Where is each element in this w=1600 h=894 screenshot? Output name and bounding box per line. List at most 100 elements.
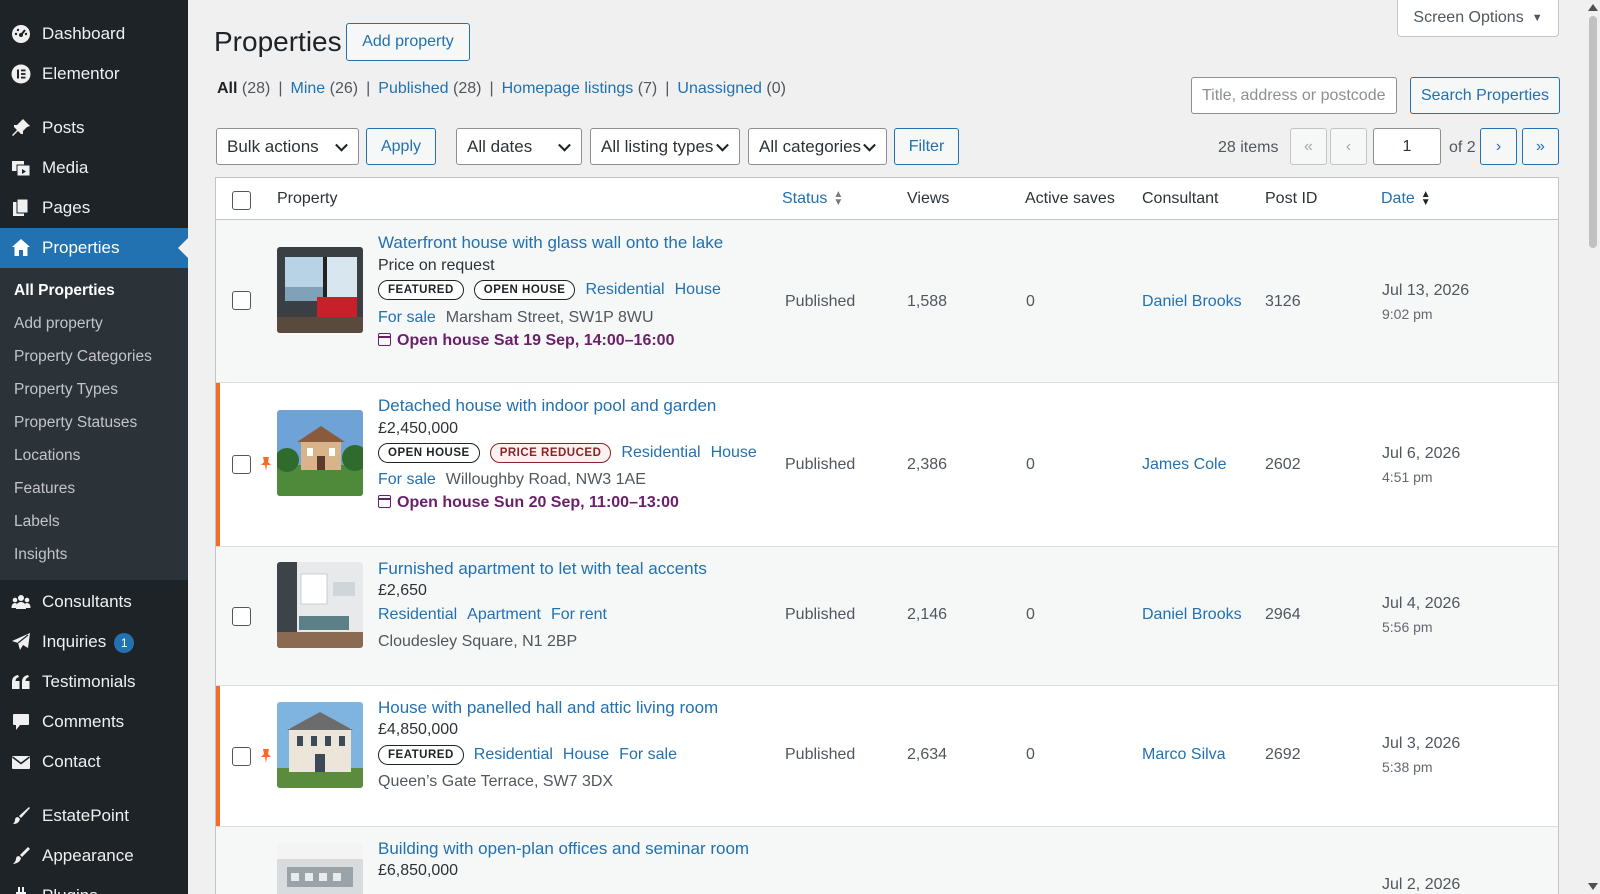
listing-types-value: All listing types (601, 136, 714, 156)
menu-plugins[interactable]: Plugins (0, 876, 188, 894)
submenu-all-properties[interactable]: All Properties (14, 282, 115, 300)
sort-arrows-icon: ▲ ▼ (1420, 188, 1431, 208)
listing-type-link[interactable]: For sale (378, 471, 436, 489)
property-location-line: For sale Marsham Street, SW1P 8WU (378, 309, 654, 327)
categories-select[interactable]: All categories (748, 128, 887, 165)
next-page-button[interactable]: › (1480, 128, 1517, 165)
tag-price-reduced: PRICE REDUCED (489, 443, 612, 463)
row-checkbox[interactable] (232, 607, 251, 626)
menu-label: Properties (42, 238, 120, 257)
submenu-locations[interactable]: Locations (14, 447, 80, 465)
add-property-button[interactable]: Add property (346, 23, 470, 61)
filter-all[interactable]: All (28) (217, 80, 270, 98)
bulk-actions-value: Bulk actions (227, 136, 319, 156)
select-all-checkbox[interactable] (232, 191, 251, 210)
dates-select[interactable]: All dates (456, 128, 582, 165)
submenu-property-types[interactable]: Property Types (14, 381, 118, 399)
menu-comments[interactable]: Comments (0, 702, 188, 742)
property-address: Cloudesley Square, N1 2BP (378, 633, 578, 650)
consultant-link[interactable]: Daniel Brooks (1142, 293, 1242, 311)
admin-sidebar: Dashboard Elementor Posts Media Pages Pr… (0, 0, 188, 894)
filter-unassigned[interactable]: Unassigned (0) (677, 80, 786, 98)
col-status-sort[interactable]: Status ▲ ▼ (782, 189, 843, 208)
taxonomy-link[interactable]: Residential (585, 281, 664, 299)
table-header: Property Status ▲ ▼ Views Active saves Con… (216, 178, 1558, 220)
property-thumbnail[interactable] (277, 843, 363, 894)
property-title-link[interactable]: Furnished apartment to let with teal acc… (378, 559, 707, 579)
screen-options-label: Screen Options (1413, 9, 1524, 26)
consultant-link[interactable]: Daniel Brooks (1142, 606, 1242, 624)
search-properties-button[interactable]: Search Properties (1410, 77, 1560, 114)
property-thumbnail[interactable] (277, 702, 363, 788)
scroll-thumb[interactable] (1589, 16, 1597, 248)
property-thumbnail[interactable] (277, 562, 363, 648)
row-checkbox[interactable] (232, 291, 251, 310)
separator: | (366, 80, 371, 97)
last-page-button[interactable]: » (1522, 128, 1559, 165)
scroll-down-arrow-icon[interactable] (1588, 883, 1598, 890)
dashboard-icon (11, 24, 31, 44)
submenu-add-property[interactable]: Add property (14, 315, 103, 333)
row-checkbox[interactable] (232, 747, 251, 766)
property-title-link[interactable]: Detached house with indoor pool and gard… (378, 396, 716, 416)
menu-elementor[interactable]: Elementor (0, 54, 188, 94)
submenu-labels[interactable]: Labels (14, 513, 60, 531)
property-tags-line: OPEN HOUSE PRICE REDUCED Residential Hou… (378, 443, 757, 463)
property-thumbnail[interactable] (277, 410, 363, 496)
menu-pages[interactable]: Pages (0, 188, 188, 228)
submenu-property-categories[interactable]: Property Categories (14, 348, 152, 366)
filter-homepage-listings[interactable]: Homepage listings (7) (502, 80, 658, 98)
scroll-up-arrow-icon[interactable] (1588, 4, 1598, 11)
listing-types-select[interactable]: All listing types (590, 128, 740, 165)
taxonomy-link[interactable]: Residential (378, 606, 457, 624)
current-page-input[interactable] (1373, 128, 1441, 165)
taxonomy-link[interactable]: For rent (551, 606, 607, 624)
menu-testimonials[interactable]: Testimonials (0, 662, 188, 702)
filter-button[interactable]: Filter (894, 128, 959, 165)
property-title-link[interactable]: House with panelled hall and attic livin… (378, 698, 718, 718)
filter-published[interactable]: Published (28) (378, 80, 481, 98)
taxonomy-link[interactable]: For sale (619, 746, 677, 764)
view-filter-links: All (28) | Mine (26) | Published (28) | … (217, 80, 786, 98)
bulk-actions-select[interactable]: Bulk actions (216, 128, 359, 165)
apply-button[interactable]: Apply (366, 128, 436, 165)
groups-icon (11, 592, 31, 612)
listing-type-link[interactable]: For sale (378, 309, 436, 327)
menu-contact[interactable]: Contact (0, 742, 188, 782)
submenu-property-statuses[interactable]: Property Statuses (14, 414, 137, 432)
menu-dashboard[interactable]: Dashboard (0, 14, 188, 54)
taxonomy-link[interactable]: House (711, 444, 757, 462)
menu-media[interactable]: Media (0, 148, 188, 188)
consultant-link[interactable]: Marco Silva (1142, 746, 1226, 764)
menu-appearance[interactable]: Appearance (0, 836, 188, 876)
prev-page-button: ‹ (1330, 128, 1367, 165)
status-cell: Published (785, 606, 856, 623)
menu-label: Plugins (42, 886, 98, 894)
menu-inquiries[interactable]: Inquiries 1 (0, 622, 188, 662)
submenu-features[interactable]: Features (14, 480, 75, 498)
menu-posts[interactable]: Posts (0, 108, 188, 148)
row-checkbox[interactable] (232, 455, 251, 474)
property-title-link[interactable]: Waterfront house with glass wall onto th… (378, 233, 723, 253)
submenu-insights[interactable]: Insights (14, 546, 67, 564)
views-cell: 2,386 (907, 456, 948, 473)
taxonomy-link[interactable]: Apartment (467, 606, 541, 624)
screen-options-button[interactable]: Screen Options ▼ (1397, 0, 1559, 37)
property-thumbnail[interactable] (277, 247, 363, 333)
taxonomy-link[interactable]: Residential (474, 746, 553, 764)
consultant-link[interactable]: James Cole (1142, 456, 1226, 474)
property-address: Marsham Street, SW1P 8WU (445, 309, 654, 326)
col-date-sort[interactable]: Date ▲ ▼ (1381, 188, 1431, 208)
menu-consultants[interactable]: Consultants (0, 582, 188, 622)
post-id-cell: 3126 (1265, 293, 1301, 310)
inquiries-count-badge: 1 (114, 632, 135, 653)
taxonomy-link[interactable]: House (675, 281, 721, 299)
filter-mine[interactable]: Mine (26) (291, 80, 359, 98)
page-scrollbar[interactable] (1586, 0, 1600, 894)
search-input[interactable] (1191, 77, 1397, 114)
menu-properties[interactable]: Properties (0, 228, 188, 268)
property-title-link[interactable]: Building with open-plan offices and semi… (378, 839, 749, 859)
taxonomy-link[interactable]: House (563, 746, 609, 764)
taxonomy-link[interactable]: Residential (621, 444, 700, 462)
menu-estatepoint[interactable]: EstatePoint (0, 796, 188, 836)
